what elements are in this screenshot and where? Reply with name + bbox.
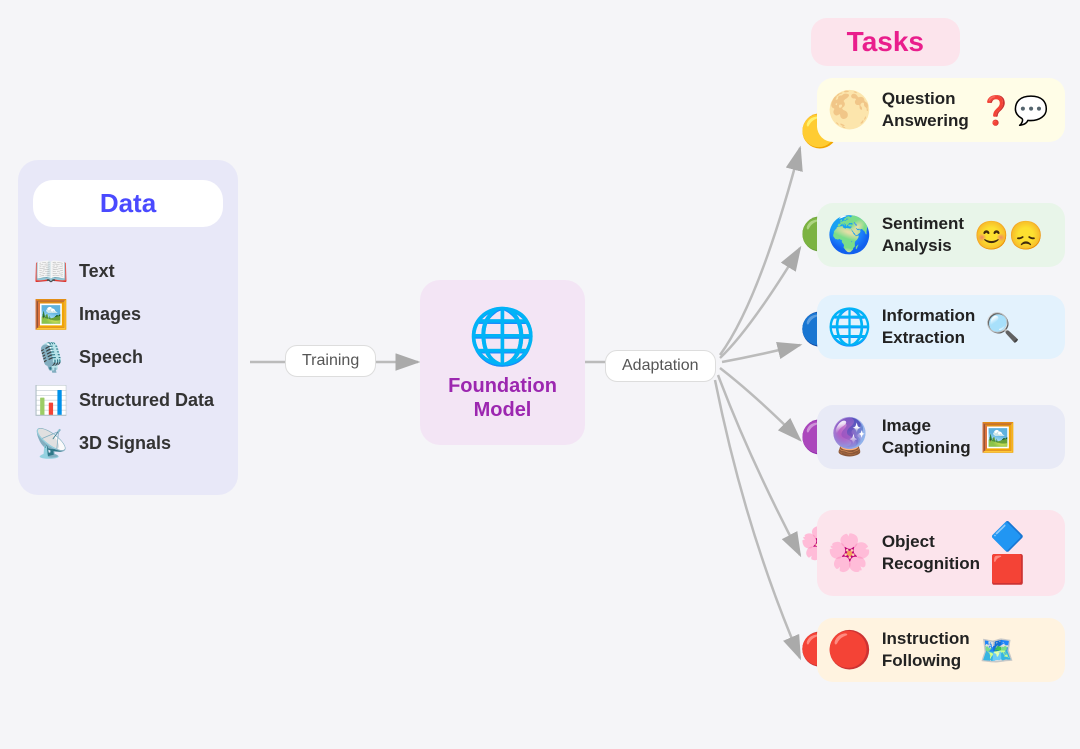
foundation-model-label: FoundationModel <box>448 374 557 422</box>
ie-globe-icon: 🌐 <box>827 306 872 348</box>
speech-icon: 🎙️ <box>33 341 69 374</box>
if-label: InstructionFollowing <box>882 628 970 672</box>
ic-label: ImageCaptioning <box>882 415 971 459</box>
data-label-3d: 3D Signals <box>79 433 171 454</box>
sa-icon: 😊😞 <box>974 219 1044 252</box>
sa-label: SentimentAnalysis <box>882 213 964 257</box>
data-item-images: 🖼️ Images <box>33 298 223 331</box>
data-item-3d: 📡 3D Signals <box>33 427 223 460</box>
data-item-text: 📖 Text <box>33 255 223 288</box>
ic-icon: 🖼️ <box>981 421 1016 454</box>
task-card-ie: 🌐 InformationExtraction 🔍 <box>817 295 1065 359</box>
task-card-ic: 🔮 ImageCaptioning 🖼️ <box>817 405 1065 469</box>
ie-icon: 🔍 <box>985 311 1020 344</box>
qa-icon: ❓💬 <box>979 94 1049 127</box>
data-title: Data <box>100 188 156 218</box>
training-label: Training <box>285 345 376 377</box>
or-globe-icon: 🌸 <box>827 532 872 574</box>
tasks-title-box: Tasks <box>811 18 960 66</box>
task-card-sa: 🌍 SentimentAnalysis 😊😞 <box>817 203 1065 267</box>
or-icon: 🔷🟥 <box>990 520 1051 586</box>
ie-label: InformationExtraction <box>882 305 976 349</box>
data-title-box: Data <box>33 180 223 227</box>
ic-globe-icon: 🔮 <box>827 416 872 458</box>
data-panel: Data 📖 Text 🖼️ Images 🎙️ Speech 📊 Struct… <box>18 160 238 495</box>
qa-label: QuestionAnswering <box>882 88 969 132</box>
task-card-if: 🔴 InstructionFollowing 🗺️ <box>817 618 1065 682</box>
foundation-globe-icon: 🌐 <box>468 304 536 369</box>
adaptation-label: Adaptation <box>605 350 716 382</box>
qa-globe-icon: 🌕 <box>827 89 872 131</box>
data-label-structured: Structured Data <box>79 390 214 411</box>
3d-icon: 📡 <box>33 427 69 460</box>
images-icon: 🖼️ <box>33 298 69 331</box>
task-card-or: 🌸 ObjectRecognition 🔷🟥 <box>817 510 1065 596</box>
data-label-images: Images <box>79 304 141 325</box>
tasks-title: Tasks <box>847 26 924 57</box>
if-globe-icon: 🔴 <box>827 629 872 671</box>
if-icon: 🗺️ <box>980 634 1015 667</box>
text-icon: 📖 <box>33 255 69 288</box>
data-item-structured: 📊 Structured Data <box>33 384 223 417</box>
data-label-text: Text <box>79 261 115 282</box>
foundation-model-box: 🌐 FoundationModel <box>420 280 585 445</box>
structured-icon: 📊 <box>33 384 69 417</box>
data-item-speech: 🎙️ Speech <box>33 341 223 374</box>
sa-globe-icon: 🌍 <box>827 214 872 256</box>
task-card-qa: 🌕 QuestionAnswering ❓💬 <box>817 78 1065 142</box>
or-label: ObjectRecognition <box>882 531 980 575</box>
data-label-speech: Speech <box>79 347 143 368</box>
